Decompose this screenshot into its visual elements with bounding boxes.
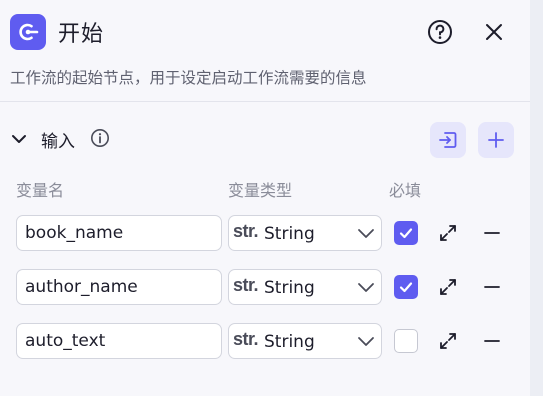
check-icon — [399, 228, 413, 239]
expand-icon[interactable] — [438, 223, 458, 243]
import-icon — [439, 132, 457, 148]
variable-name-input[interactable] — [16, 323, 222, 359]
node-description: 工作流的起始节点，用于设定启动工作流需要的信息 — [10, 69, 367, 87]
string-type-icon: str. — [233, 275, 259, 295]
column-header-type: 变量类型 — [228, 181, 293, 200]
string-type-icon: str. — [233, 329, 259, 349]
variable-row: str. String — [16, 269, 516, 305]
divider — [0, 101, 530, 102]
variable-row: str. String — [16, 323, 516, 359]
variable-row: str. String — [16, 215, 516, 251]
variable-type-label: String — [264, 278, 315, 298]
minus-icon — [484, 286, 500, 288]
canvas-edge — [530, 0, 543, 396]
close-icon[interactable] — [480, 18, 508, 46]
chevron-down-icon — [358, 337, 374, 346]
minus-icon — [484, 232, 500, 234]
variable-type-label: String — [264, 332, 315, 352]
chevron-down-icon — [358, 283, 374, 292]
start-node-icon — [10, 14, 46, 50]
plus-icon — [488, 132, 504, 148]
expand-icon[interactable] — [438, 277, 458, 297]
input-section-title: 输入 — [41, 132, 75, 152]
chevron-down-icon[interactable] — [10, 130, 28, 148]
minus-icon — [484, 340, 500, 342]
check-icon — [399, 282, 413, 293]
remove-variable-button[interactable] — [482, 223, 502, 243]
string-type-icon: str. — [233, 221, 259, 241]
remove-variable-button[interactable] — [482, 277, 502, 297]
import-variables-button[interactable] — [430, 122, 466, 158]
required-checkbox[interactable] — [394, 221, 418, 245]
add-variable-button[interactable] — [478, 122, 514, 158]
remove-variable-button[interactable] — [482, 331, 502, 351]
variable-type-select[interactable]: str. String — [228, 323, 382, 359]
required-checkbox[interactable] — [394, 275, 418, 299]
help-icon[interactable] — [426, 18, 454, 46]
required-checkbox[interactable] — [394, 329, 418, 353]
page-title: 开始 — [58, 22, 105, 47]
variable-name-input[interactable] — [16, 269, 222, 305]
input-section-header: 输入 — [10, 122, 520, 158]
column-header-name: 变量名 — [16, 181, 65, 200]
variable-type-label: String — [264, 224, 315, 244]
panel-header: 开始 — [10, 14, 525, 50]
column-header-required: 必填 — [389, 181, 422, 200]
variable-type-select[interactable]: str. String — [228, 269, 382, 305]
start-node-panel: 开始 工作流的起始节点，用于设定启动工作流需要的信息 输入 变量名 变量类型 必… — [0, 0, 530, 396]
chevron-down-icon — [358, 229, 374, 238]
variable-type-select[interactable]: str. String — [228, 215, 382, 251]
expand-icon[interactable] — [438, 331, 458, 351]
variable-name-input[interactable] — [16, 215, 222, 251]
info-icon[interactable] — [90, 128, 110, 148]
